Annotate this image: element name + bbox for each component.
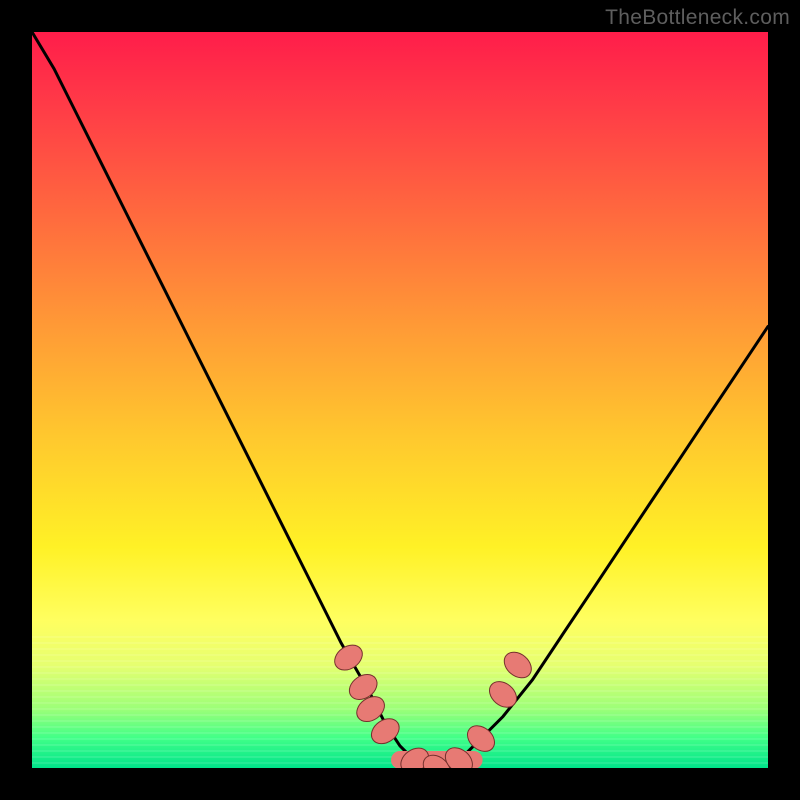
marker-group	[330, 640, 536, 768]
curve-group	[32, 32, 768, 768]
plot-area	[32, 32, 768, 768]
curve-svg	[32, 32, 768, 768]
curve-right	[429, 326, 768, 768]
curve-left	[32, 32, 429, 768]
watermark-text: TheBottleneck.com	[605, 6, 790, 30]
marker-0	[330, 640, 367, 675]
marker-9	[499, 647, 536, 683]
chart-frame: TheBottleneck.com	[0, 0, 800, 800]
marker-8	[484, 676, 521, 712]
